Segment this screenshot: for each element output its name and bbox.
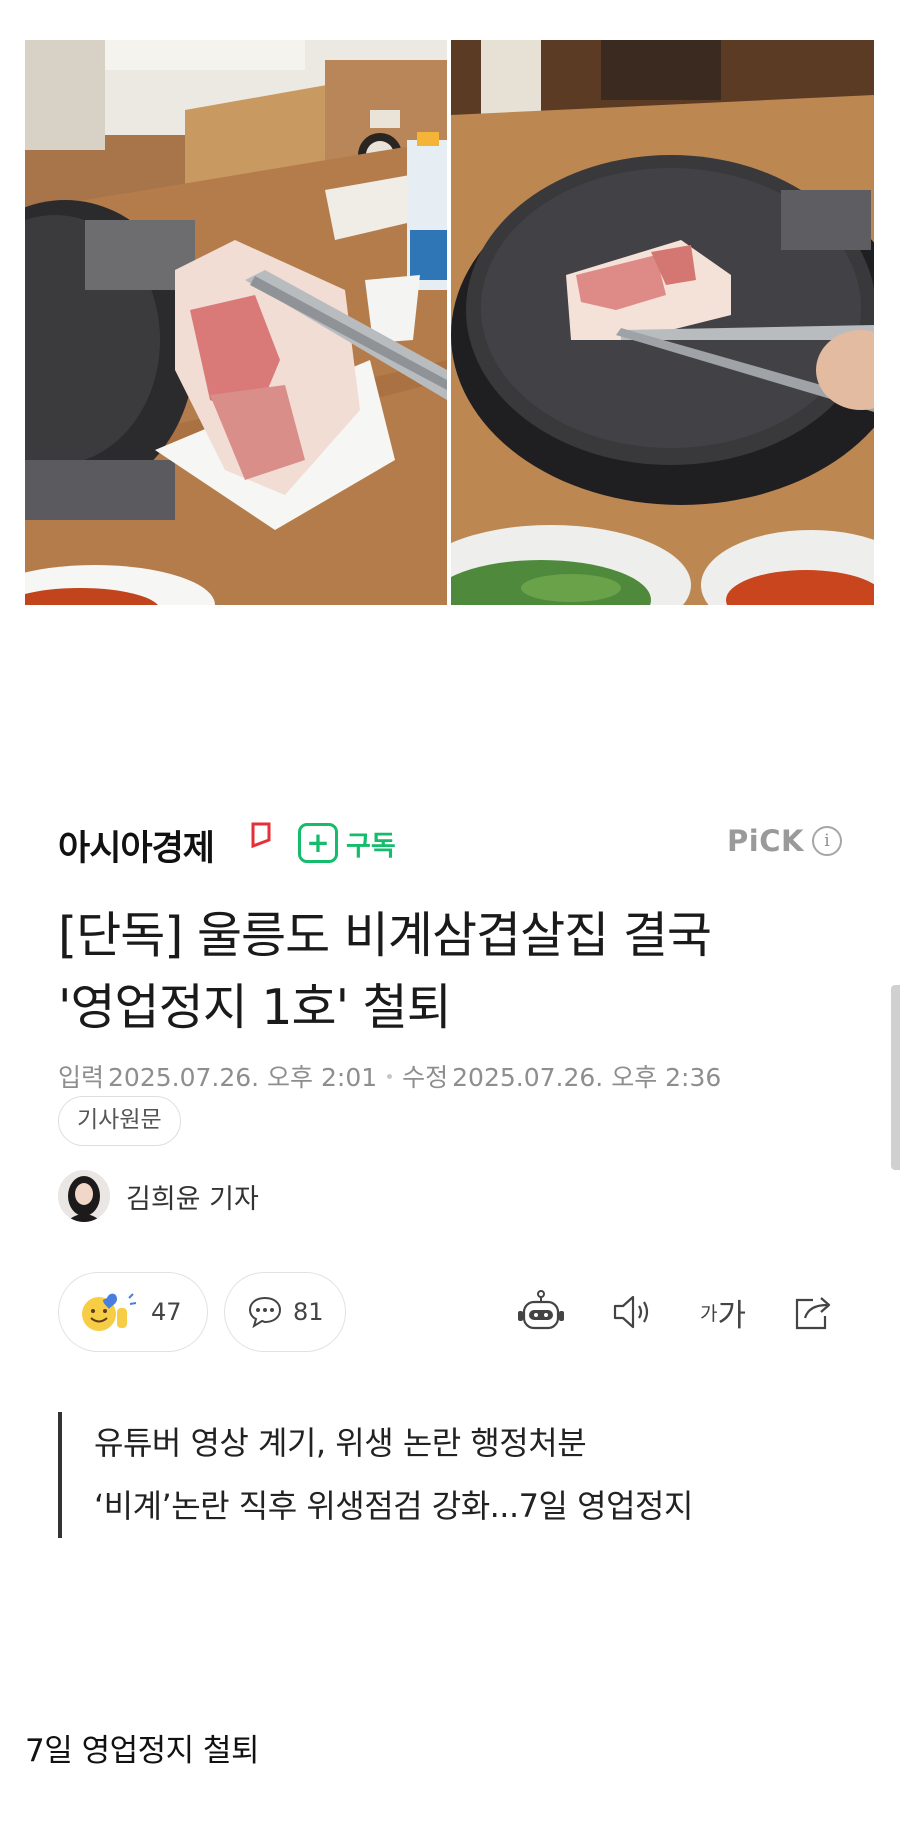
published-date: 2025.07.26. 오후 2:01: [108, 1063, 378, 1092]
summary-line-2: ‘비계’논란 직후 위생점검 강화...7일 영업정지: [94, 1487, 693, 1525]
pick-badge[interactable]: PiCK i: [727, 824, 842, 858]
subscribe-label: 구독: [346, 830, 396, 862]
date-separator: [387, 1073, 393, 1079]
headline-line-2: '영업정지 1호' 철퇴: [58, 979, 452, 1036]
plus-icon: +: [298, 823, 338, 863]
photo-pork-on-grill: [451, 40, 874, 605]
subscribe-button[interactable]: + 구독: [298, 823, 396, 863]
photo-pork-on-plate: [25, 40, 447, 605]
reaction-emoji-icon: [82, 1293, 137, 1331]
audio-icon: [613, 1295, 649, 1329]
reporter-name[interactable]: 김희윤 기자: [126, 1177, 259, 1216]
share-button[interactable]: [788, 1288, 838, 1336]
info-icon[interactable]: i: [812, 826, 842, 856]
press-header: 아시아경제 + 구독 PiCK i: [58, 818, 842, 871]
font-size-button[interactable]: 가 가: [693, 1288, 753, 1336]
audio-button[interactable]: [608, 1288, 658, 1336]
avatar[interactable]: [58, 1170, 110, 1222]
article-summary: 유튜버 영상 계기, 위생 논란 행정처분 ‘비계’논란 직후 위생점검 강화.…: [58, 1412, 693, 1538]
published-label: 입력: [58, 1063, 105, 1092]
press-mark-icon: [251, 822, 271, 848]
share-icon: [795, 1297, 831, 1330]
scrollbar[interactable]: [891, 985, 900, 1170]
reporter[interactable]: 김희윤 기자: [58, 1170, 259, 1222]
summary-bot-icon: [518, 1290, 564, 1330]
summary-line-1: 유튜버 영상 계기, 위생 논란 행정처분: [94, 1424, 587, 1462]
comment-icon: [248, 1296, 282, 1329]
comment-count: 81: [293, 1298, 324, 1326]
reaction-button[interactable]: 47: [58, 1272, 208, 1352]
summary-bot-button[interactable]: [513, 1288, 569, 1336]
font-big-label: 가: [717, 1297, 746, 1334]
comment-button[interactable]: 81: [224, 1272, 346, 1352]
modified-label: 수정: [402, 1063, 449, 1092]
pick-label: PiCK: [727, 824, 804, 858]
headline-line-1: [단독] 울릉도 비계삼겹살집 결국: [58, 907, 712, 964]
post-caption: 7일 영업정지 철퇴: [25, 1733, 260, 1769]
reaction-count: 47: [151, 1298, 182, 1326]
press-logo[interactable]: 아시아경제: [58, 820, 215, 871]
modified-date: 2025.07.26. 오후 2:36: [452, 1063, 722, 1092]
action-bar: 47 81 가 가: [58, 1272, 842, 1352]
font-small-label: 가: [699, 1302, 718, 1325]
dateline: 입력 2025.07.26. 오후 2:01 수정 2025.07.26. 오후…: [58, 1058, 721, 1094]
original-article-button[interactable]: 기사원문: [58, 1096, 181, 1146]
article-headline: [단독] 울릉도 비계삼겹살집 결국 '영업정지 1호' 철퇴: [58, 900, 848, 1044]
